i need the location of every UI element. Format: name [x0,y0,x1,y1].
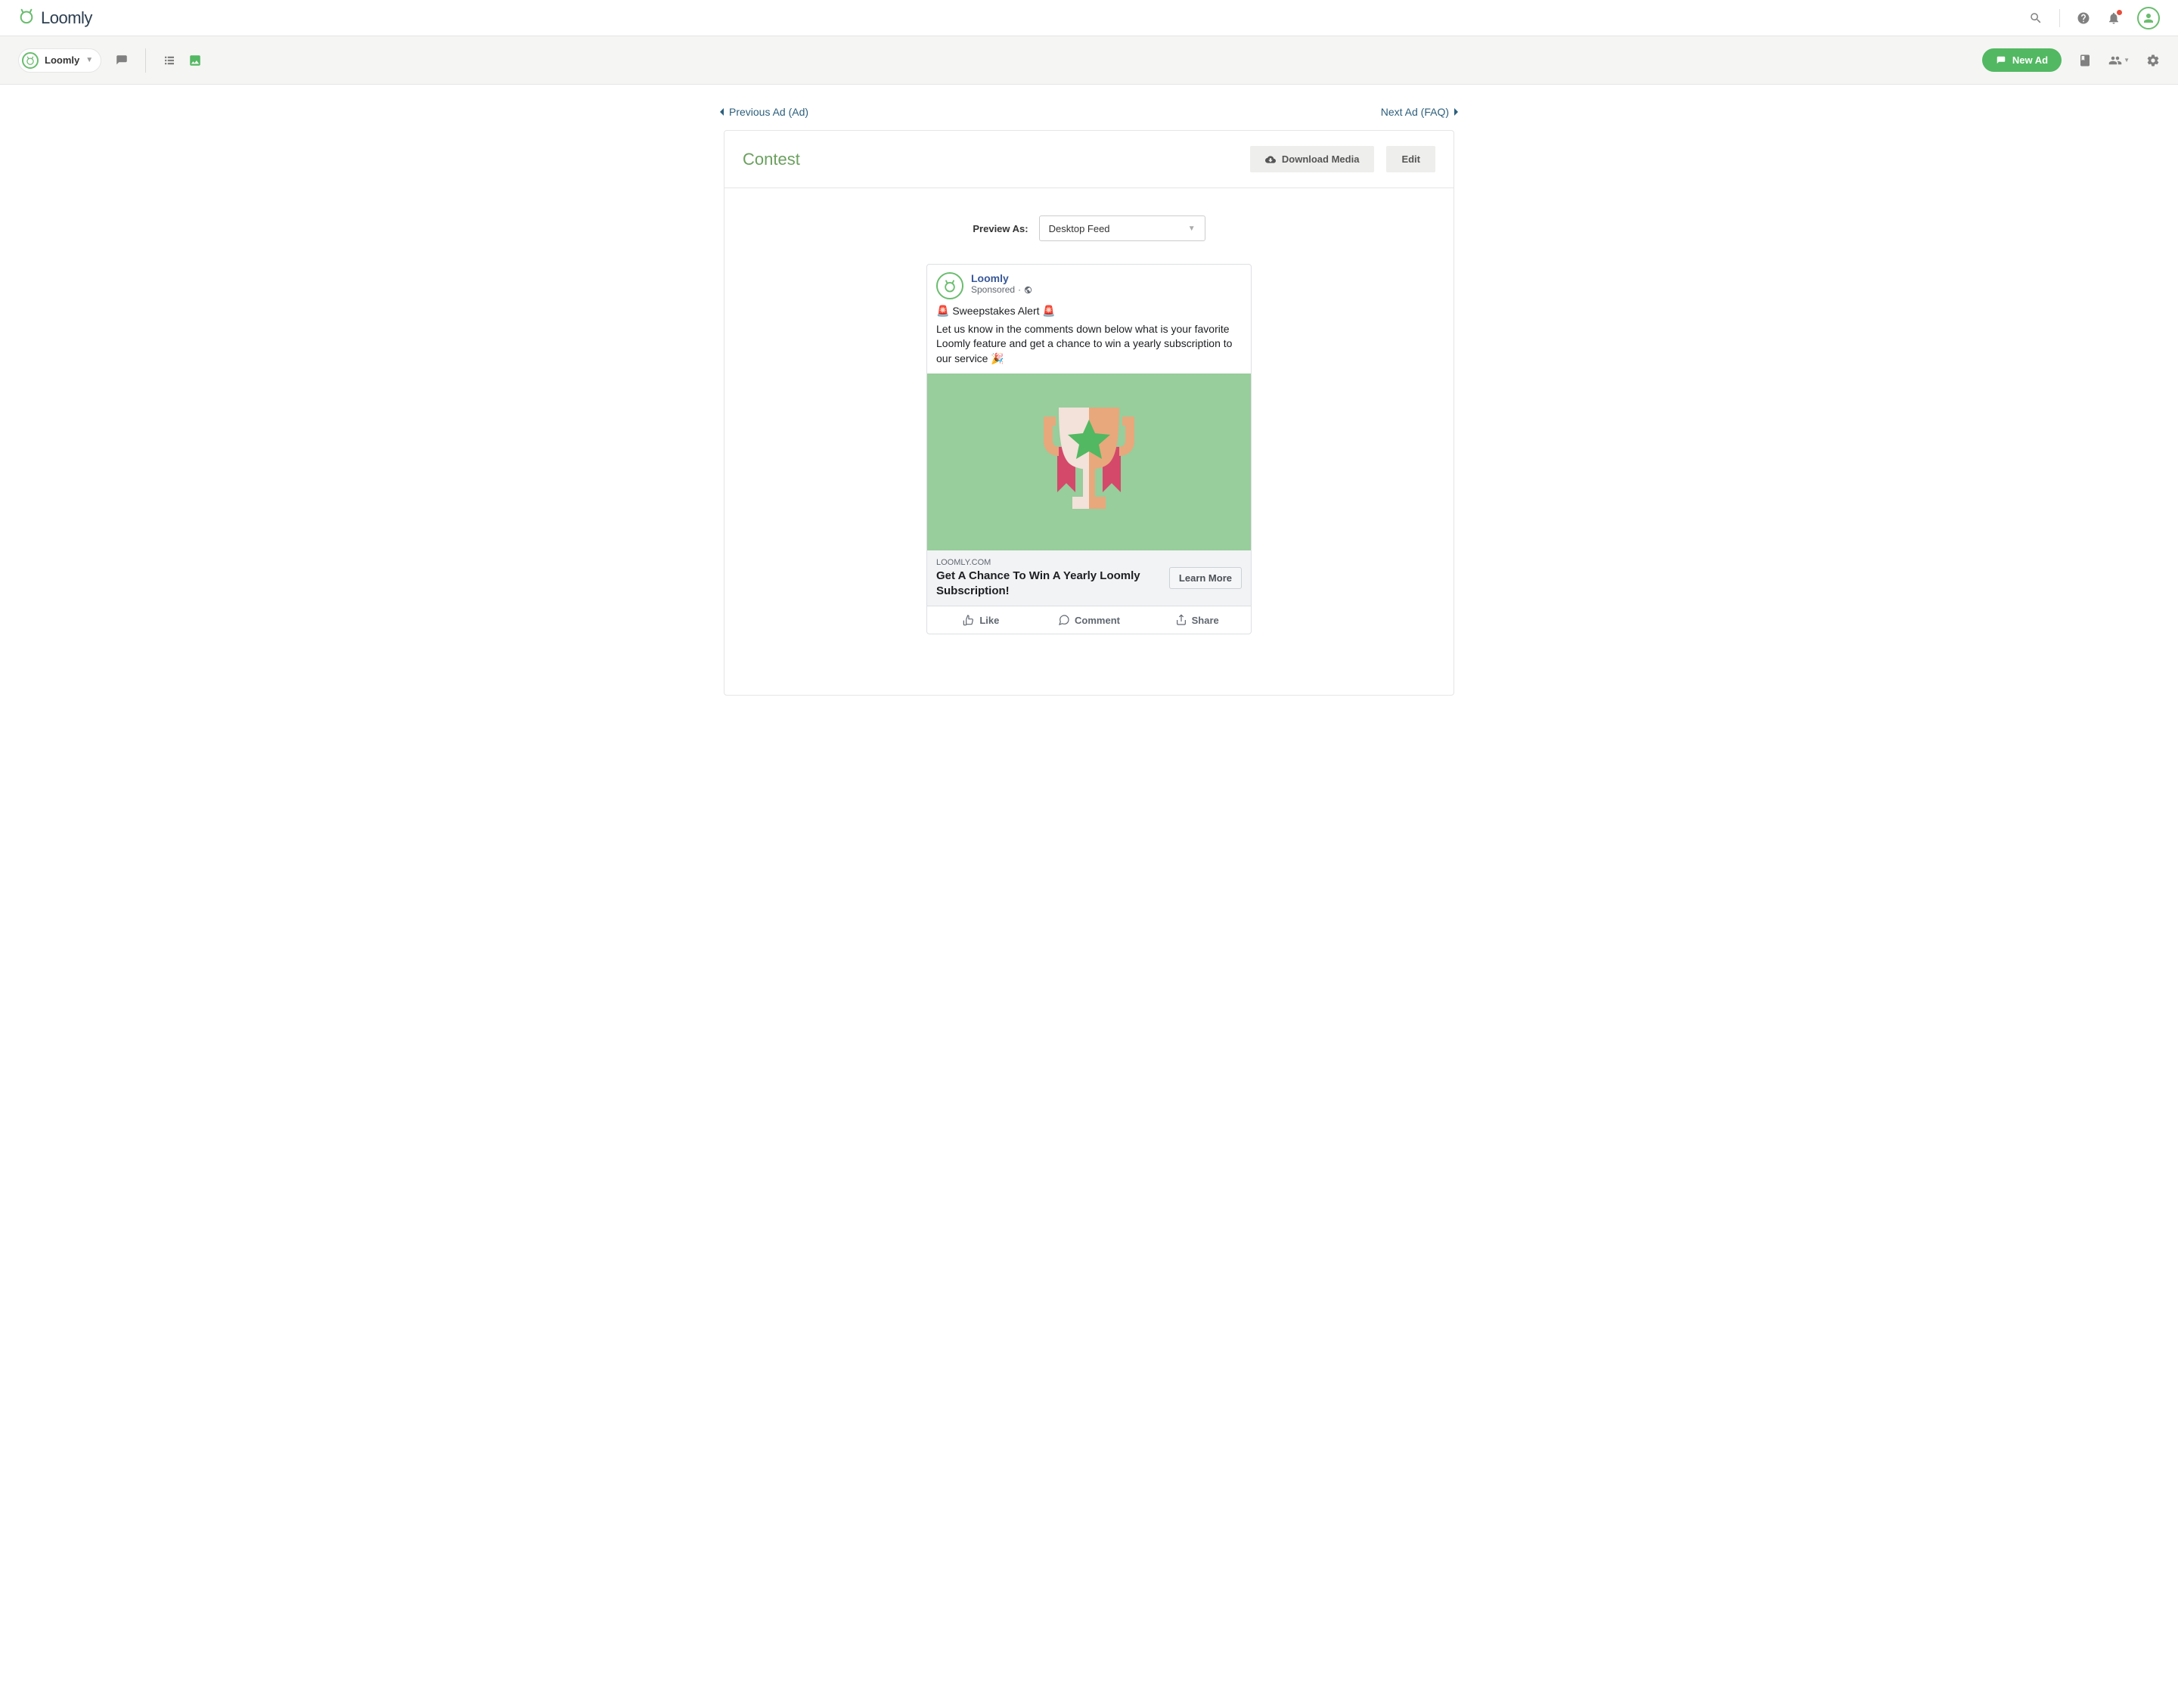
fb-share-button[interactable]: Share [1143,606,1251,634]
user-avatar[interactable] [2137,7,2160,29]
ad-nav-row: Previous Ad (Ad) Next Ad (FAQ) [718,85,1460,130]
fb-body-line2: Let us know in the comments down below w… [936,322,1242,367]
download-media-button[interactable]: Download Media [1250,146,1375,172]
previous-ad-link[interactable]: Previous Ad (Ad) [718,106,808,118]
fb-page-name[interactable]: Loomly [971,272,1032,284]
preview-as-select[interactable]: Desktop Feed ▼ [1039,215,1205,241]
list-view-icon[interactable] [163,54,176,67]
brand-logo[interactable]: Loomly [18,8,92,28]
notification-dot [2117,10,2122,15]
next-ad-link[interactable]: Next Ad (FAQ) [1381,106,1460,118]
fb-comment-button[interactable]: Comment [1035,606,1143,634]
preview-as-row: Preview As: Desktop Feed ▼ [973,215,1205,241]
chevron-down-icon: ▼ [1188,225,1196,233]
facebook-ad-preview: Loomly Sponsored · 🚨 Sweepstakes Alert 🚨… [926,264,1252,634]
ad-detail-card: Contest Download Media Edit Preview As: … [724,130,1454,696]
new-ad-label: New Ad [2012,54,2048,66]
card-body: Preview As: Desktop Feed ▼ Loomly Sponso… [724,188,1454,695]
previous-ad-label: Previous Ad (Ad) [729,106,808,118]
fb-link-domain: LOOMLY.COM [936,558,1160,567]
image-view-icon[interactable] [188,54,202,67]
card-header: Contest Download Media Edit [724,131,1454,188]
download-media-label: Download Media [1282,153,1360,165]
note-icon[interactable] [115,54,129,67]
brand-name: Loomly [41,8,92,28]
chevron-down-icon: ▼ [85,56,93,64]
fb-page-avatar [936,272,963,299]
fb-sponsored-label: Sponsored [971,284,1015,295]
fb-link-title: Get A Chance To Win A Yearly Loomly Subs… [936,569,1160,598]
edit-button[interactable]: Edit [1386,146,1435,172]
preview-as-label: Preview As: [973,223,1028,234]
globe-icon [1024,286,1032,294]
help-icon[interactable] [2077,11,2090,25]
library-icon[interactable] [2078,54,2092,67]
fb-post-body: 🚨 Sweepstakes Alert 🚨 Let us know in the… [927,302,1251,374]
fb-post-header: Loomly Sponsored · [927,265,1251,302]
fb-post-image [927,374,1251,550]
trophy-icon [1013,386,1165,538]
top-header: Loomly [0,0,2178,36]
calendar-name: Loomly [45,54,79,66]
fb-share-label: Share [1192,615,1219,626]
loomly-logo-icon [18,8,35,28]
fb-like-label: Like [979,615,999,626]
collaborators-icon[interactable]: ▼ [2108,54,2130,67]
header-divider [2059,9,2060,27]
dot-separator: · [1018,284,1021,295]
next-ad-label: Next Ad (FAQ) [1381,106,1449,118]
fb-link-card: LOOMLY.COM Get A Chance To Win A Yearly … [927,550,1251,606]
fb-sponsored-row: Sponsored · [971,284,1032,295]
fb-comment-label: Comment [1075,615,1120,626]
preview-as-value: Desktop Feed [1049,223,1110,234]
calendar-selector[interactable]: Loomly ▼ [18,48,101,73]
subheader-divider [145,48,146,73]
notifications-icon[interactable] [2107,11,2121,25]
sub-header: Loomly ▼ New Ad ▼ [0,36,2178,85]
fb-body-line1: 🚨 Sweepstakes Alert 🚨 [936,304,1242,319]
search-icon[interactable] [2029,11,2043,25]
edit-label: Edit [1401,153,1420,165]
new-ad-button[interactable]: New Ad [1982,48,2062,72]
settings-icon[interactable] [2146,54,2160,67]
ad-title: Contest [743,150,800,169]
calendar-avatar-icon [22,52,39,69]
fb-cta-button[interactable]: Learn More [1169,567,1242,589]
fb-actions-row: Like Comment Share [927,606,1251,634]
fb-like-button[interactable]: Like [927,606,1035,634]
